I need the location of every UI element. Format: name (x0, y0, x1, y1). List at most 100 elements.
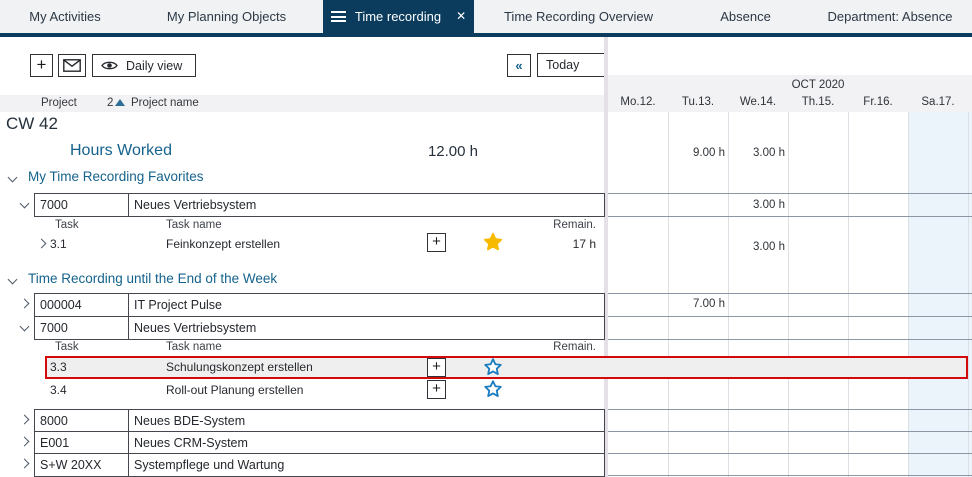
task-name: Schulungskonzept erstellen (166, 360, 313, 375)
task-name-column-header: Task name (166, 219, 222, 231)
project-name-cell[interactable]: Systempflege und Wartung (128, 453, 605, 477)
day-header-mo: Mo.12. (608, 95, 668, 110)
tab-time-recording-overview[interactable]: Time Recording Overview (474, 0, 683, 33)
tab-my-activities[interactable]: My Activities (0, 0, 130, 33)
task-column-header: Task (55, 341, 79, 353)
grid-line-vertical (728, 112, 729, 477)
weekend-column-background (908, 112, 968, 477)
task-hours-wednesday: 3.00 h (728, 240, 785, 254)
grid-line-horizontal (608, 193, 972, 194)
project-code-cell[interactable]: S+W 20XX (34, 453, 129, 477)
task-name: Feinkonzept erstellen (166, 237, 280, 252)
add-time-entry-button[interactable]: + (427, 233, 446, 252)
project-code-cell[interactable]: E001 (34, 431, 129, 455)
today-label: Today (546, 58, 579, 72)
remaining-hours-value: 17 h (540, 237, 596, 251)
task-id: 3.1 (50, 237, 67, 252)
close-icon[interactable]: ✕ (456, 0, 466, 33)
sort-order-number: 2 (107, 97, 113, 109)
tab-time-recording[interactable]: Time recording ✕ (323, 0, 474, 33)
favorites-section-title: My Time Recording Favorites (28, 169, 204, 184)
expand-project-icon[interactable] (20, 437, 30, 447)
collapse-section-icon[interactable] (8, 173, 18, 183)
plus-icon: + (432, 359, 441, 374)
grid-line-vertical (908, 112, 909, 477)
grid-line-horizontal (608, 293, 972, 294)
grid-line-horizontal (608, 339, 972, 340)
expand-task-icon[interactable] (37, 239, 47, 249)
grid-line-horizontal (608, 216, 972, 217)
favorite-star-outline-icon[interactable] (482, 378, 504, 400)
remaining-column-header: Remain. (540, 219, 596, 231)
tab-time-recording-label: Time recording (355, 0, 441, 33)
until-end-of-week-section-title: Time Recording until the End of the Week (28, 271, 277, 286)
day-header-th: Th.15. (788, 95, 848, 110)
project-code-cell[interactable]: 7000 (34, 316, 129, 340)
grid-line-horizontal (608, 453, 972, 454)
project-hours-wednesday: 3.00 h (728, 198, 785, 212)
project-name-cell[interactable]: Neues CRM-System (128, 431, 605, 455)
grid-line-horizontal (608, 475, 972, 476)
month-label: OCT 2020 (792, 79, 845, 91)
previous-icon: « (515, 58, 522, 73)
active-tab-underline (0, 33, 972, 37)
grid-line-vertical (968, 112, 969, 477)
hours-worked-label: Hours Worked (70, 142, 172, 160)
task-name-column-header: Task name (166, 341, 222, 353)
add-time-entry-button[interactable]: + (427, 380, 446, 399)
collapse-project-icon[interactable] (20, 322, 30, 332)
tab-absence[interactable]: Absence (683, 0, 808, 33)
time-recording-app: My Activities My Planning Objects Time r… (0, 0, 972, 477)
day-header-sa: Sa.17. (908, 95, 968, 110)
favorite-star-outline-icon[interactable] (482, 356, 504, 378)
plus-icon: + (432, 234, 441, 249)
tab-department-absence[interactable]: Department: Absence (808, 0, 972, 33)
task-id: 3.4 (50, 383, 67, 398)
plus-icon: + (432, 381, 441, 396)
today-button[interactable]: Today (537, 53, 608, 77)
grid-line-horizontal (608, 431, 972, 432)
expand-project-icon[interactable] (20, 415, 30, 425)
envelope-icon (63, 59, 81, 72)
sort-indicator[interactable]: 2 (107, 97, 125, 109)
project-name-cell[interactable]: Neues BDE-System (128, 409, 605, 433)
project-code-cell[interactable]: 000004 (34, 293, 129, 317)
daily-view-button[interactable]: Daily view (92, 54, 196, 77)
task-column-header: Task (55, 219, 79, 231)
task-id: 3.3 (50, 360, 67, 375)
column-header-project-name[interactable]: Project name (131, 97, 199, 109)
project-hours-tuesday: 7.00 h (668, 297, 725, 311)
remaining-column-header: Remain. (540, 341, 596, 353)
expand-project-icon[interactable] (20, 299, 30, 309)
grid-line-vertical (668, 112, 669, 477)
project-name-cell[interactable]: Neues Vertriebsystem (128, 193, 605, 217)
column-header-project[interactable]: Project (41, 97, 77, 109)
favorite-star-filled-icon[interactable] (482, 231, 504, 253)
hours-worked-tuesday: 9.00 h (668, 146, 725, 160)
task-name: Roll-out Planung erstellen (166, 383, 303, 398)
day-header-tu: Tu.13. (668, 95, 728, 110)
total-hours-value: 12.00 h (400, 143, 478, 160)
project-name-cell[interactable]: Neues Vertriebsystem (128, 316, 605, 340)
add-time-entry-button[interactable]: + (427, 358, 446, 377)
tab-bar: My Activities My Planning Objects Time r… (0, 0, 972, 33)
previous-button[interactable]: « (507, 54, 531, 77)
tab-my-planning-objects[interactable]: My Planning Objects (130, 0, 323, 33)
calendar-week-label: CW 42 (6, 114, 58, 134)
grid-line-horizontal (608, 409, 972, 410)
project-code-cell[interactable]: 7000 (34, 193, 129, 217)
mail-button[interactable] (58, 54, 86, 77)
project-name-cell[interactable]: IT Project Pulse (128, 293, 605, 317)
add-button[interactable]: + (30, 54, 53, 77)
hours-worked-wednesday: 3.00 h (728, 146, 785, 160)
table-header-background (0, 95, 604, 112)
project-code-cell[interactable]: 8000 (34, 409, 129, 433)
grid-line-vertical (848, 112, 849, 477)
grid-line-horizontal (608, 316, 972, 317)
collapse-section-icon[interactable] (8, 275, 18, 285)
collapse-project-icon[interactable] (20, 199, 30, 209)
daily-view-label: Daily view (126, 59, 182, 73)
hamburger-menu-icon[interactable] (331, 9, 346, 25)
sort-ascending-icon (115, 99, 125, 106)
expand-project-icon[interactable] (20, 459, 30, 469)
